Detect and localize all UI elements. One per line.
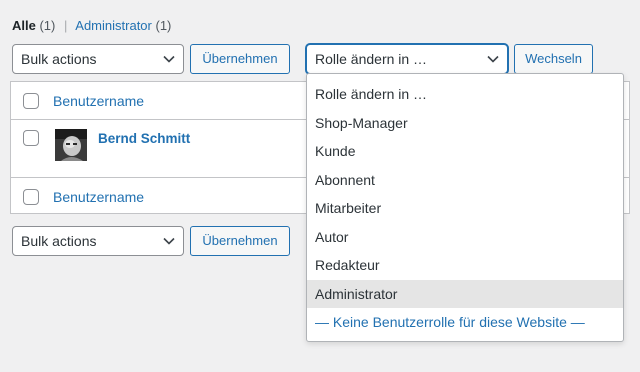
avatar-photo bbox=[55, 129, 87, 161]
filter-separator: | bbox=[63, 18, 68, 33]
user-role-filter: Alle (1) | Administrator (1) bbox=[12, 18, 171, 33]
bulk-actions-value: Bulk actions bbox=[21, 233, 97, 249]
role-option-kunde[interactable]: Kunde bbox=[307, 137, 623, 166]
user-name-link[interactable]: Bernd Schmitt bbox=[98, 131, 190, 146]
bulk-actions-select-bottom[interactable]: Bulk actions bbox=[12, 226, 184, 256]
role-option-placeholder[interactable]: Rolle ändern in … bbox=[307, 80, 623, 109]
role-option-autor[interactable]: Autor bbox=[307, 223, 623, 252]
change-role-dropdown-list: Rolle ändern in … Shop-Manager Kunde Abo… bbox=[306, 73, 624, 342]
column-username-header[interactable]: Benutzername bbox=[53, 93, 144, 109]
column-username-footer[interactable]: Benutzername bbox=[53, 189, 144, 205]
role-option-administrator[interactable]: Administrator bbox=[307, 279, 623, 308]
select-all-checkbox[interactable] bbox=[23, 93, 39, 109]
role-option-none[interactable]: — Keine Benutzerrolle für diese Website … bbox=[307, 308, 623, 337]
chevron-down-icon bbox=[487, 45, 499, 73]
role-option-shop-manager[interactable]: Shop-Manager bbox=[307, 109, 623, 138]
filter-administrator-count: (1) bbox=[155, 18, 172, 33]
chevron-down-icon bbox=[163, 45, 175, 73]
row-checkbox[interactable] bbox=[23, 130, 39, 146]
filter-all-count: (1) bbox=[39, 18, 56, 33]
role-option-mitarbeiter[interactable]: Mitarbeiter bbox=[307, 194, 623, 223]
role-option-abonnent[interactable]: Abonnent bbox=[307, 166, 623, 195]
chevron-down-icon bbox=[163, 227, 175, 255]
avatar bbox=[55, 129, 87, 161]
select-all-checkbox-footer[interactable] bbox=[23, 189, 39, 205]
change-role-button[interactable]: Wechseln bbox=[514, 44, 593, 74]
apply-button-top[interactable]: Übernehmen bbox=[190, 44, 290, 74]
filter-administrator[interactable]: Administrator bbox=[75, 18, 152, 33]
bulk-actions-value: Bulk actions bbox=[21, 51, 97, 67]
change-role-select[interactable]: Rolle ändern in … bbox=[306, 44, 508, 74]
role-option-redakteur[interactable]: Redakteur bbox=[307, 251, 623, 280]
bulk-actions-select-top[interactable]: Bulk actions bbox=[12, 44, 184, 74]
change-role-value: Rolle ändern in … bbox=[315, 51, 428, 67]
apply-button-bottom[interactable]: Übernehmen bbox=[190, 226, 290, 256]
filter-all[interactable]: Alle bbox=[12, 18, 36, 33]
